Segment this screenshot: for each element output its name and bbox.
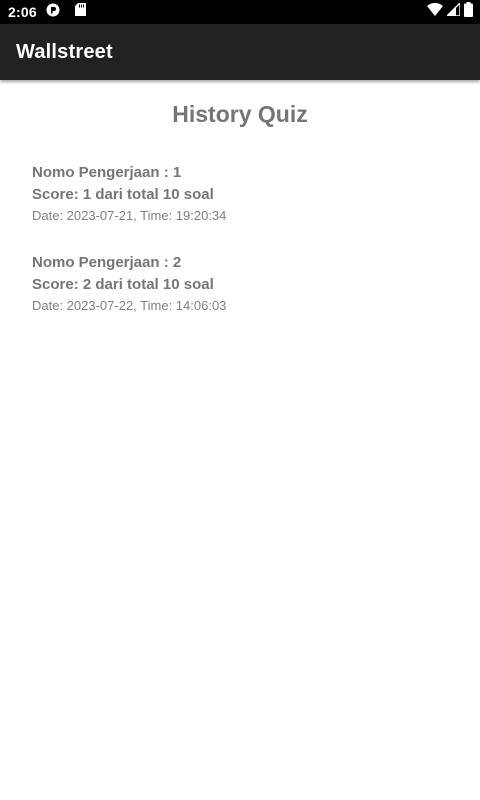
score-text: Score: 2 dari total 10 soal	[32, 276, 214, 293]
history-list: Nomo Pengerjaan : 1 Score: 1 dari total …	[0, 128, 480, 316]
status-bar: 2:06	[0, 0, 480, 24]
score-text: Score: 1 dari total 10 soal	[32, 186, 214, 203]
notification-app-icon	[46, 3, 60, 22]
cell-signal-icon	[445, 1, 461, 21]
sd-card-icon	[75, 3, 86, 21]
main-content: History Quiz Nomo Pengerjaan : 1 Score: …	[0, 80, 480, 316]
status-right-icons	[427, 1, 473, 22]
status-time: 2:06	[8, 4, 37, 20]
date-time-text: Date: 2023-07-22, Time: 14:06:03	[32, 298, 227, 313]
date-time-text: Date: 2023-07-21, Time: 19:20:34	[32, 208, 227, 223]
app-bar: Wallstreet	[0, 24, 480, 80]
battery-icon	[464, 2, 473, 22]
history-item: Nomo Pengerjaan : 1 Score: 1 dari total …	[0, 162, 480, 226]
status-left-icons	[46, 3, 86, 22]
page-title: History Quiz	[172, 101, 308, 127]
app-title: Wallstreet	[16, 41, 113, 63]
history-item: Nomo Pengerjaan : 2 Score: 2 dari total …	[0, 252, 480, 316]
wifi-icon	[427, 2, 443, 22]
attempt-number: Nomo Pengerjaan : 1	[32, 164, 182, 181]
attempt-number: Nomo Pengerjaan : 2	[32, 254, 182, 271]
